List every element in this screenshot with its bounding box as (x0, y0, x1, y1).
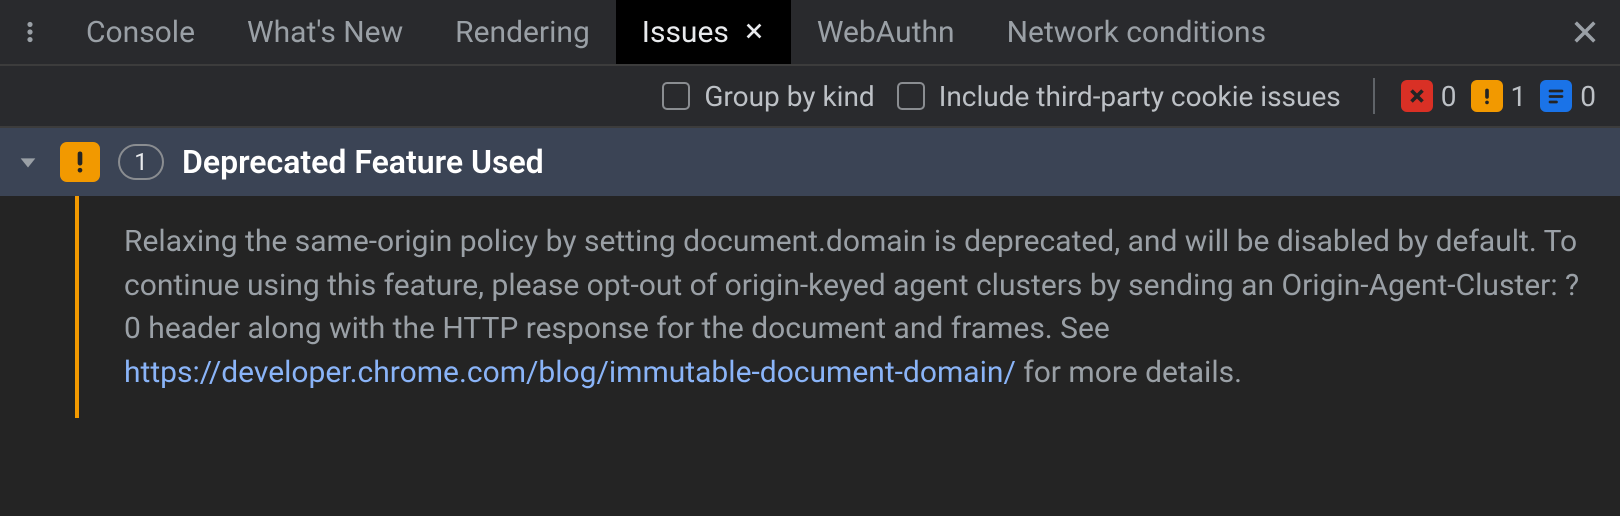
errors-count: 0 (1441, 80, 1457, 113)
info-icon (1540, 80, 1572, 112)
group-by-kind-toggle[interactable]: Group by kind (662, 80, 874, 113)
tab-label: Console (86, 15, 195, 50)
tab-issues[interactable]: Issues (616, 0, 791, 64)
issue-body-container: Relaxing the same-origin policy by setti… (0, 196, 1620, 418)
chevron-down-icon (14, 151, 42, 173)
issues-toolbar: Group by kind Include third-party cookie… (0, 66, 1620, 128)
tab-label: Issues (642, 15, 729, 50)
issue-link[interactable]: https://developer.chrome.com/blog/immuta… (124, 355, 1016, 390)
issue-body-text: Relaxing the same-origin policy by setti… (124, 224, 1579, 346)
tab-console[interactable]: Console (60, 0, 221, 64)
warnings-count: 1 (1511, 80, 1527, 113)
issue-body-text-post: for more details. (1016, 355, 1242, 390)
info-count: 0 (1580, 80, 1596, 113)
close-drawer-icon[interactable] (1550, 0, 1620, 64)
checkbox-icon (897, 82, 925, 110)
warning-icon (60, 142, 100, 182)
error-icon (1401, 80, 1433, 112)
tab-whats-new[interactable]: What's New (221, 0, 429, 64)
include-third-party-toggle[interactable]: Include third-party cookie issues (897, 80, 1341, 113)
tab-label: Rendering (455, 15, 590, 50)
severity-rule (75, 196, 79, 418)
warnings-badge[interactable]: 1 (1471, 80, 1527, 113)
issue-header[interactable]: 1 Deprecated Feature Used (0, 128, 1620, 196)
warning-icon (1471, 80, 1503, 112)
toolbar-divider (1373, 78, 1375, 114)
checkbox-icon (662, 82, 690, 110)
errors-badge[interactable]: 0 (1401, 80, 1457, 113)
issue-title: Deprecated Feature Used (182, 143, 544, 181)
issue-count: 1 (134, 148, 148, 176)
info-badge[interactable]: 0 (1540, 80, 1596, 113)
include-third-party-label: Include third-party cookie issues (939, 80, 1341, 113)
tab-network-conditions[interactable]: Network conditions (981, 0, 1292, 64)
tab-label: WebAuthn (817, 15, 955, 50)
tab-label: What's New (247, 15, 403, 50)
group-by-kind-label: Group by kind (704, 80, 874, 113)
close-tab-icon[interactable] (743, 15, 765, 50)
tab-label: Network conditions (1007, 15, 1266, 50)
issue-body: Relaxing the same-origin policy by setti… (82, 196, 1620, 418)
tab-list: Console What's New Rendering Issues WebA… (60, 0, 1550, 64)
tab-webauthn[interactable]: WebAuthn (791, 0, 981, 64)
kebab-menu-icon[interactable] (0, 0, 60, 64)
drawer-tab-bar: Console What's New Rendering Issues WebA… (0, 0, 1620, 66)
issue-count-badge: 1 (118, 144, 164, 180)
issue-badges: 0 1 0 (1401, 80, 1596, 113)
issue-gutter (0, 196, 82, 418)
tab-rendering[interactable]: Rendering (429, 0, 616, 64)
